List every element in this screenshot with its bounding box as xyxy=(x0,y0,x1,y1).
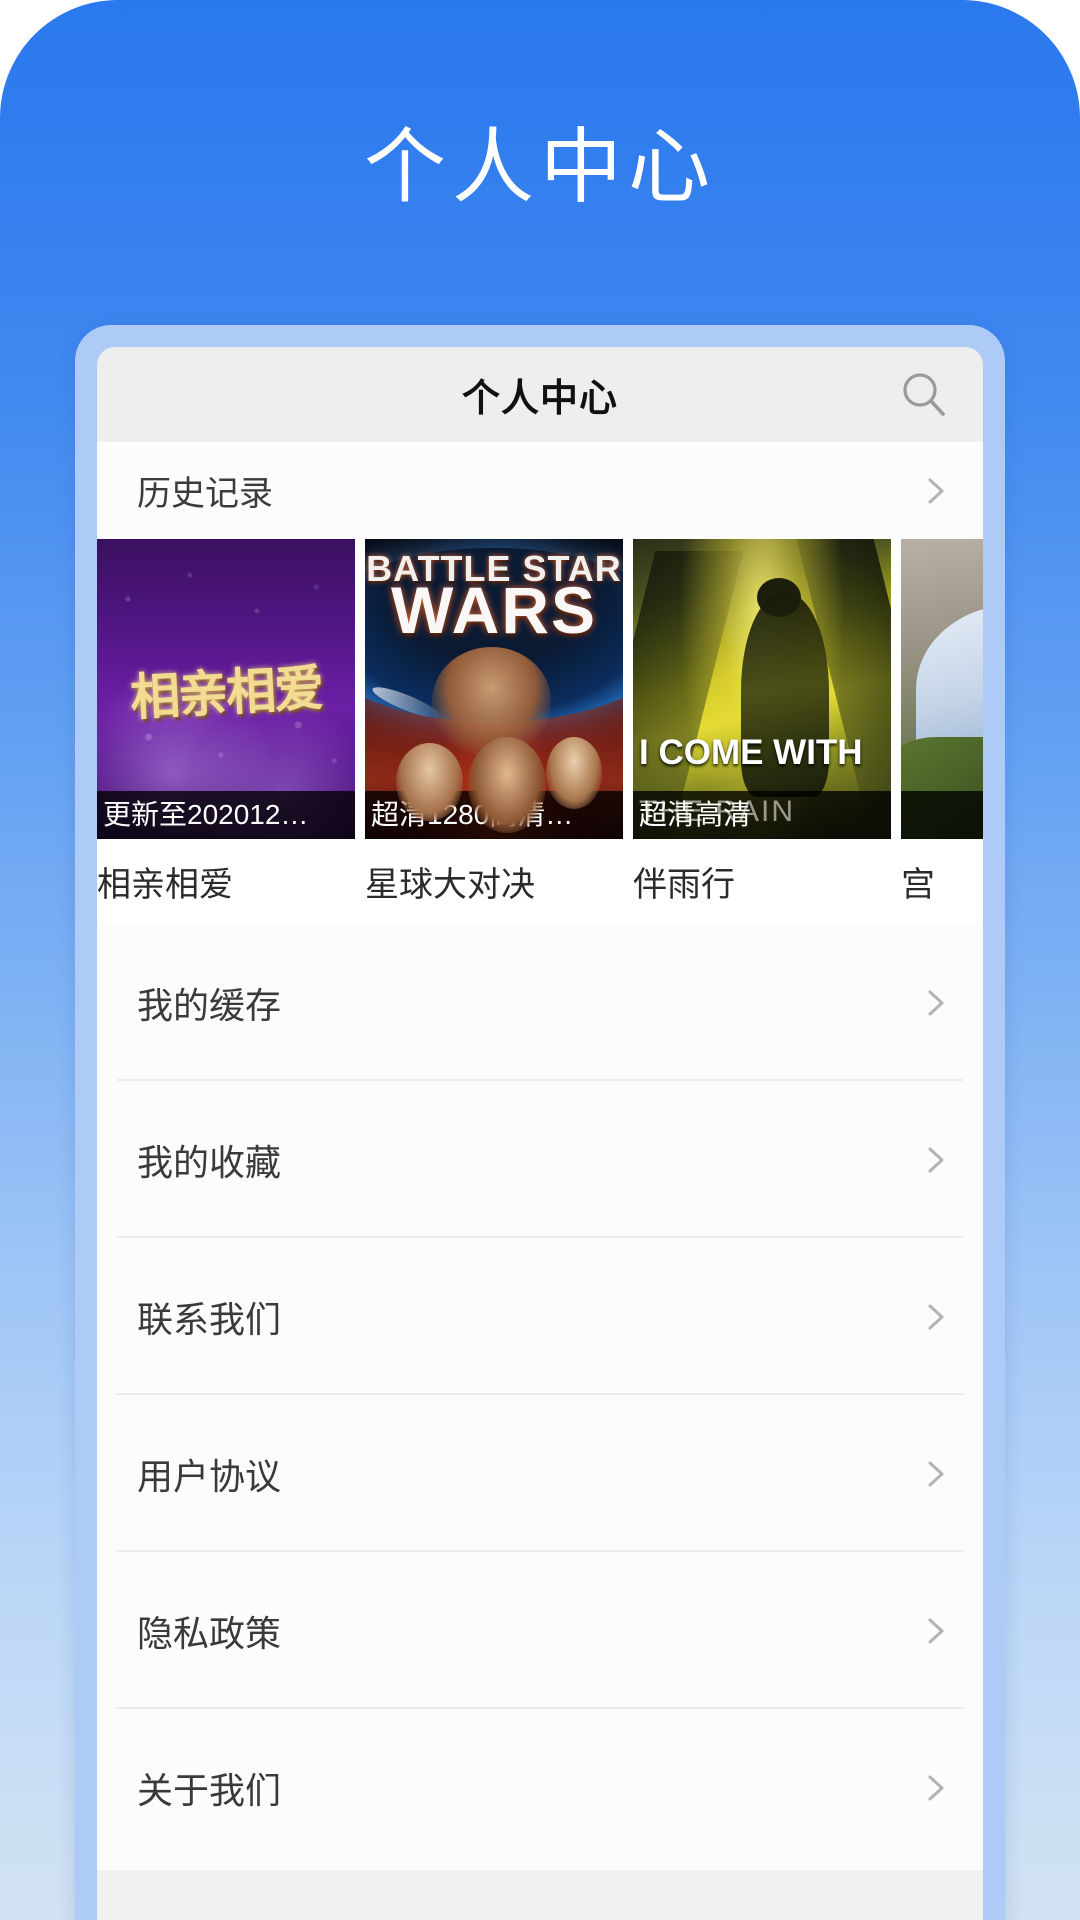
thumbnail-badge: 更新至202012… xyxy=(97,791,355,839)
history-label: 历史记录 xyxy=(137,475,273,513)
chevron-right-icon xyxy=(919,986,953,1020)
menu-item-privacy-policy[interactable]: 隐私政策 xyxy=(97,1552,983,1709)
phone-screen: 个人中心 历史记录 相亲相爱 更新至202012… BATTLE STAR WA… xyxy=(97,347,983,1920)
app-navbar: 个人中心 xyxy=(97,347,983,442)
menu-item-about-us[interactable]: 关于我们 xyxy=(97,1709,983,1866)
search-icon[interactable] xyxy=(899,370,949,420)
chevron-right-icon xyxy=(919,1771,953,1805)
history-thumbnail-card[interactable]: BATTLE STAR WARS 超清1280高清… xyxy=(365,539,623,839)
screenshot-root: 个人中心 个人中心 历史记录 相亲相爱 更新至202012… BATTLE ST… xyxy=(0,0,1080,1920)
chevron-right-icon xyxy=(919,1143,953,1177)
menu-item-label: 隐私政策 xyxy=(137,1612,282,1654)
history-thumbnail-card[interactable]: THE RAIN I COME WITH 超清高清 xyxy=(633,539,891,839)
poster-title-text: I COME WITH xyxy=(639,733,863,772)
settings-menu-list: 我的缓存 我的收藏 联系我们 用户协议 隐私政策 关于我们 xyxy=(97,924,983,1870)
thumbnail-badge xyxy=(901,791,983,839)
menu-item-my-cache[interactable]: 我的缓存 xyxy=(97,924,983,1081)
history-thumbnail-card[interactable] xyxy=(901,539,983,839)
history-thumbnail-card[interactable]: 相亲相爱 更新至202012… xyxy=(97,539,355,839)
menu-item-label: 我的收藏 xyxy=(137,1141,282,1183)
poster-title-line2: WARS xyxy=(391,573,597,647)
page-title: 个人中心 xyxy=(363,122,716,213)
history-thumbnail-titles: 相亲相爱 星球大对决 伴雨行 宫 xyxy=(97,839,983,924)
screen-empty-area xyxy=(97,1870,983,1920)
menu-item-label: 关于我们 xyxy=(137,1769,282,1811)
poster-image-romance: 相亲相爱 更新至202012… xyxy=(97,539,355,839)
chevron-right-icon xyxy=(919,1614,953,1648)
menu-item-label: 联系我们 xyxy=(137,1298,282,1340)
navbar-title: 个人中心 xyxy=(461,378,618,420)
phone-device-frame: 个人中心 历史记录 相亲相爱 更新至202012… BATTLE STAR WA… xyxy=(75,325,1005,1920)
menu-item-my-favorites[interactable]: 我的收藏 xyxy=(97,1081,983,1238)
chevron-right-icon xyxy=(919,474,953,508)
menu-item-label: 用户协议 xyxy=(137,1455,282,1497)
menu-item-user-agreement[interactable]: 用户协议 xyxy=(97,1395,983,1552)
history-thumbnail-strip[interactable]: 相亲相爱 更新至202012… BATTLE STAR WARS 超清1280高… xyxy=(97,539,983,839)
chevron-right-icon xyxy=(919,1300,953,1334)
poster-title-text: 相亲相爱 xyxy=(128,660,324,726)
poster-subtitle-text: THE RAIN xyxy=(639,795,796,828)
history-row[interactable]: 历史记录 xyxy=(97,442,983,539)
chevron-right-icon xyxy=(919,1457,953,1491)
thumbnail-title: 相亲相爱 xyxy=(97,866,233,904)
menu-item-contact-us[interactable]: 联系我们 xyxy=(97,1238,983,1395)
poster-image-i-come-with-the-rain: THE RAIN I COME WITH 超清高清 xyxy=(633,539,891,839)
menu-item-label: 我的缓存 xyxy=(137,984,282,1026)
thumbnail-title: 星球大对决 xyxy=(365,866,535,904)
poster-image-partial xyxy=(901,539,983,839)
poster-image-battle-star-wars: BATTLE STAR WARS 超清1280高清… xyxy=(365,539,623,839)
thumbnail-title: 伴雨行 xyxy=(633,866,735,904)
thumbnail-title: 宫 xyxy=(901,866,935,904)
